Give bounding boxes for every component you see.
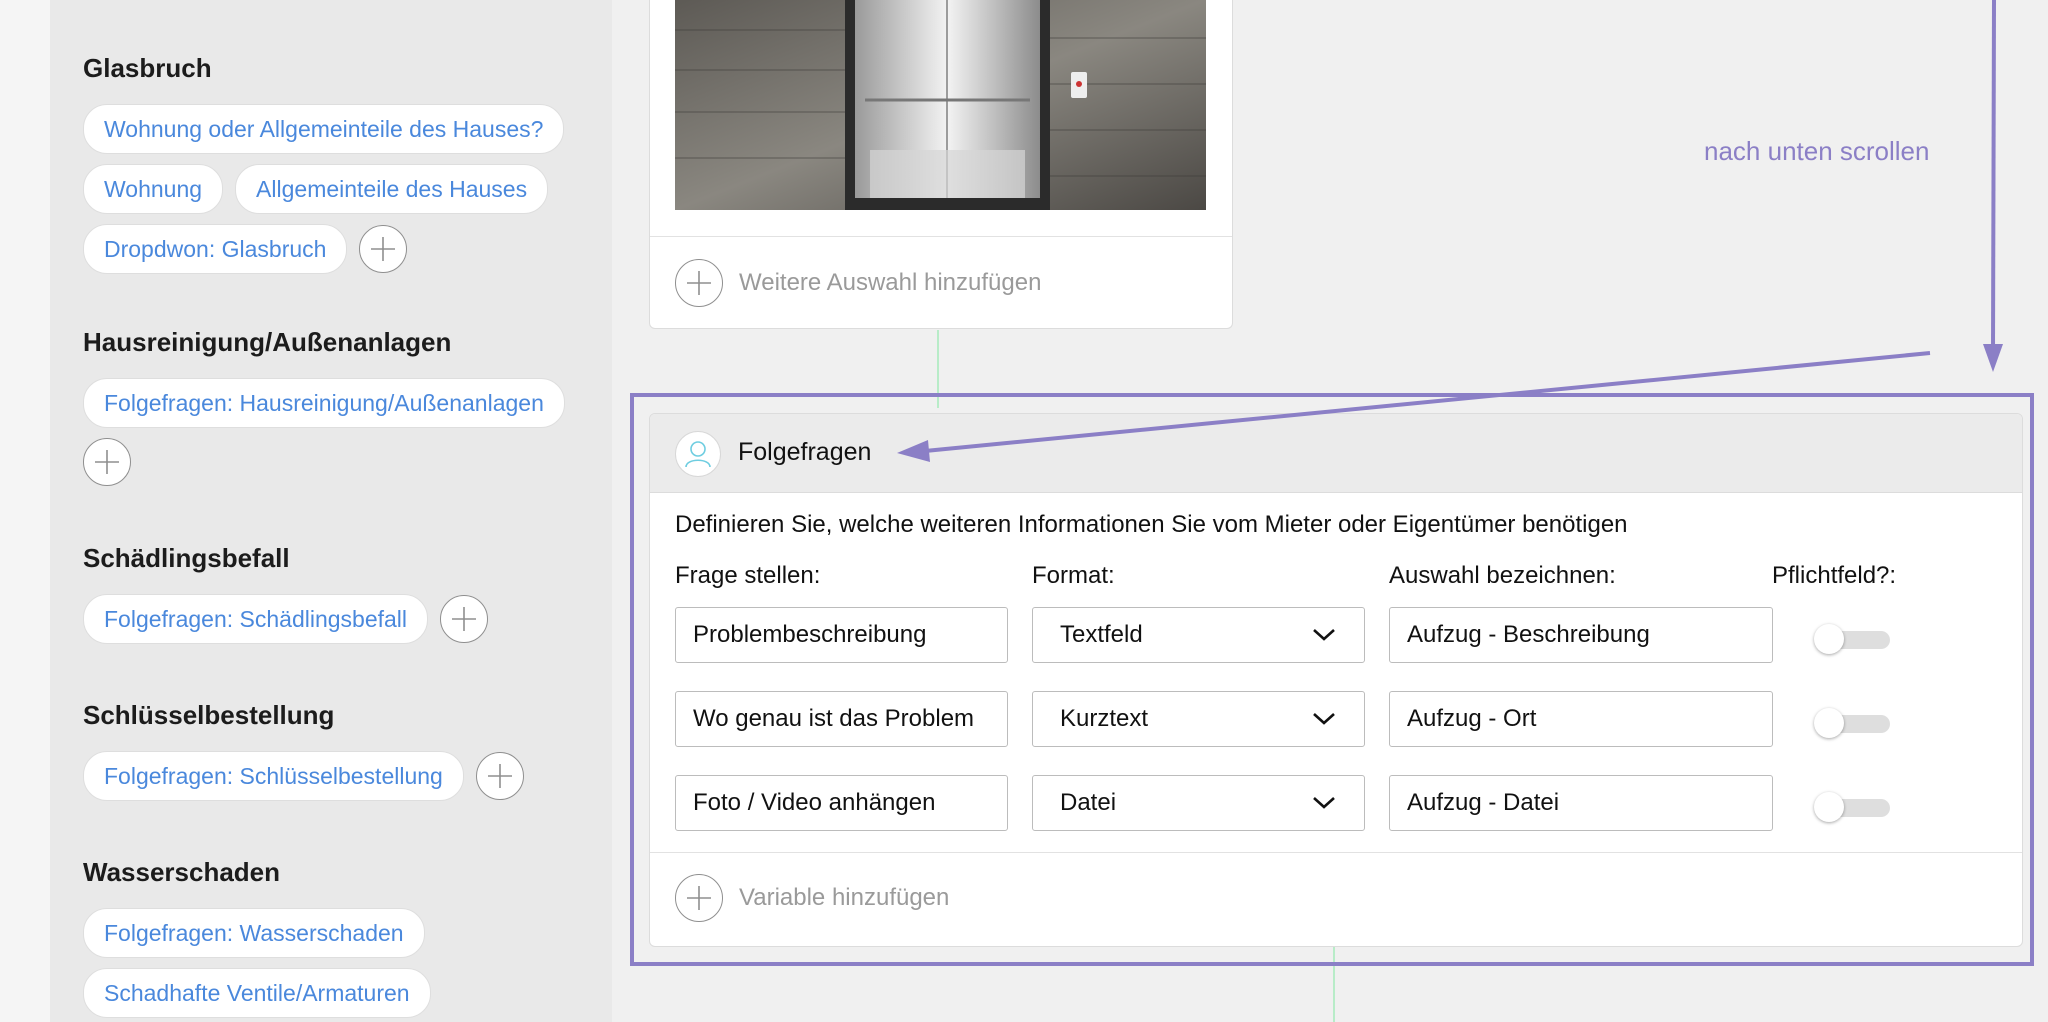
pointer-arrow-head	[897, 440, 930, 462]
pointer-arrow-line	[924, 351, 1931, 453]
annotation-arrows	[897, 0, 2003, 462]
down-arrow-head	[1983, 344, 2003, 372]
down-arrow-line	[1991, 0, 1996, 351]
